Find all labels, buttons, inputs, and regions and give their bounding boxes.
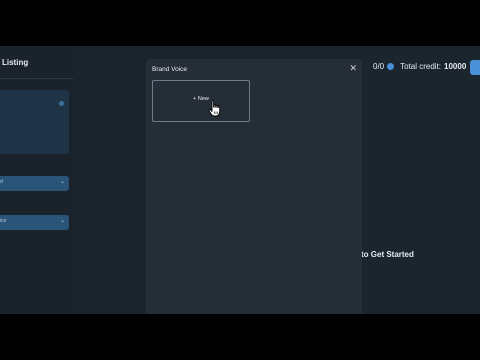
sidebar: Listing d ⌄ ice ⌄ <box>0 46 74 314</box>
close-icon[interactable]: ✕ <box>349 64 357 73</box>
sidebar-select-2[interactable]: ice ⌄ <box>0 215 69 230</box>
chevron-down-icon: ⌄ <box>59 218 65 224</box>
modal-title: Brand Voice <box>152 66 188 73</box>
get-started-text: to Get Started <box>361 250 414 259</box>
sidebar-select-1[interactable]: d ⌄ <box>0 176 69 191</box>
info-icon[interactable] <box>387 63 395 70</box>
panel-status-dot <box>59 101 64 106</box>
credit-label: Total credit: <box>400 62 442 71</box>
usage-counter: 0/0 <box>373 62 385 71</box>
sidebar-title: Listing <box>2 57 29 67</box>
hand-pointer-icon <box>208 100 221 117</box>
chevron-down-icon: ⌄ <box>59 179 65 185</box>
sidebar-header: Listing <box>0 46 74 79</box>
sidebar-select-1-value: d <box>0 179 3 185</box>
app-viewport: Listing d ⌄ ice ⌄ 0/0 Total credit: 1000… <box>0 46 480 314</box>
sidebar-select-2-value: ice <box>0 218 7 224</box>
brand-voice-modal: Brand Voice ✕ + New <box>146 59 362 314</box>
credit-value: 10000 <box>444 62 467 71</box>
credits-bar: 0/0 Total credit: 10000 <box>373 62 466 71</box>
sidebar-panel[interactable] <box>0 90 69 154</box>
top-action-button[interactable] <box>470 60 480 75</box>
new-brand-voice-button[interactable]: + New <box>152 80 250 122</box>
new-button-label: + New <box>193 96 209 102</box>
